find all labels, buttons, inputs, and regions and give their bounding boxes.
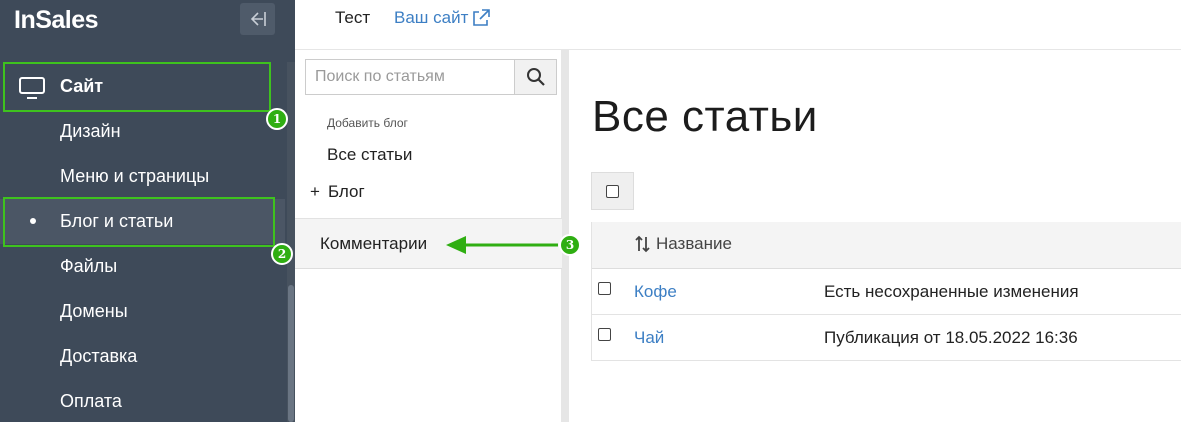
external-link-icon: [473, 9, 491, 26]
add-blog-link[interactable]: Добавить блог: [327, 116, 408, 130]
expand-plus-icon[interactable]: +: [310, 182, 320, 202]
sidebar-item-domains[interactable]: Домены: [0, 289, 285, 334]
sidebar-scrollbar-thumb[interactable]: [288, 285, 294, 422]
step-badge-3: 3: [559, 234, 581, 256]
comments-label: Комментарии: [320, 234, 428, 253]
table-header: Название: [592, 222, 1181, 269]
step-badge-1: 1: [266, 108, 288, 130]
blog-panel: Добавить блог Все статьи + Блог Коммента…: [295, 50, 562, 422]
article-status: Есть несохраненные изменения: [824, 282, 1079, 301]
page-title: Все статьи: [592, 92, 818, 141]
sidebar-item-delivery[interactable]: Доставка: [0, 334, 285, 379]
search-icon: [526, 68, 545, 86]
store-name[interactable]: Тест: [335, 8, 370, 28]
select-all-button[interactable]: [591, 172, 634, 210]
collapse-left-icon: [250, 12, 266, 26]
your-site-link[interactable]: Ваш сайт: [394, 8, 491, 28]
sidebar-item-menu-pages[interactable]: Меню и страницы: [0, 154, 285, 199]
article-search-input[interactable]: [305, 59, 514, 95]
articles-table: Название Кофе Есть несохраненные изменен…: [591, 222, 1181, 361]
sidebar-item-label: Домены: [60, 301, 128, 321]
sidebar-item-files[interactable]: Файлы: [0, 244, 285, 289]
highlight-box-blog: [3, 197, 275, 247]
sort-icon: [635, 235, 650, 253]
insales-logo[interactable]: InSales: [14, 6, 99, 35]
sidebar-item-label: Меню и страницы: [60, 166, 210, 186]
row-checkbox[interactable]: [598, 328, 611, 341]
all-posts-link[interactable]: Все статьи: [327, 145, 412, 165]
blog-tree-item[interactable]: + Блог: [310, 182, 365, 202]
step-badge-2: 2: [271, 243, 293, 265]
search-button[interactable]: [514, 59, 557, 95]
table-row: Кофе Есть несохраненные изменения: [592, 269, 1181, 315]
top-bar: Тест Ваш сайт: [295, 0, 1181, 50]
article-link[interactable]: Кофе: [634, 282, 677, 302]
column-name-label: Название: [656, 234, 732, 253]
row-checkbox[interactable]: [598, 282, 611, 295]
table-row: Чай Публикация от 18.05.2022 16:36: [592, 315, 1181, 361]
collapse-sidebar-button[interactable]: [240, 3, 275, 35]
sidebar-item-label: Файлы: [60, 256, 118, 276]
your-site-label: Ваш сайт: [394, 8, 469, 27]
article-status: Публикация от 18.05.2022 16:36: [824, 328, 1078, 347]
sidebar-item-design[interactable]: Дизайн: [0, 109, 285, 154]
sidebar-item-label: Доставка: [60, 346, 138, 366]
select-all-checkbox[interactable]: [606, 184, 619, 198]
highlight-box-site: [3, 62, 271, 112]
sidebar-item-payment[interactable]: Оплата: [0, 379, 285, 424]
article-link[interactable]: Чай: [634, 328, 664, 348]
sidebar-item-label: Дизайн: [60, 121, 121, 141]
sidebar-item-label: Оплата: [60, 391, 122, 411]
blog-link[interactable]: Блог: [328, 182, 365, 202]
sort-by-name-header[interactable]: Название: [634, 234, 732, 254]
comments-tab[interactable]: Комментарии: [295, 219, 562, 269]
